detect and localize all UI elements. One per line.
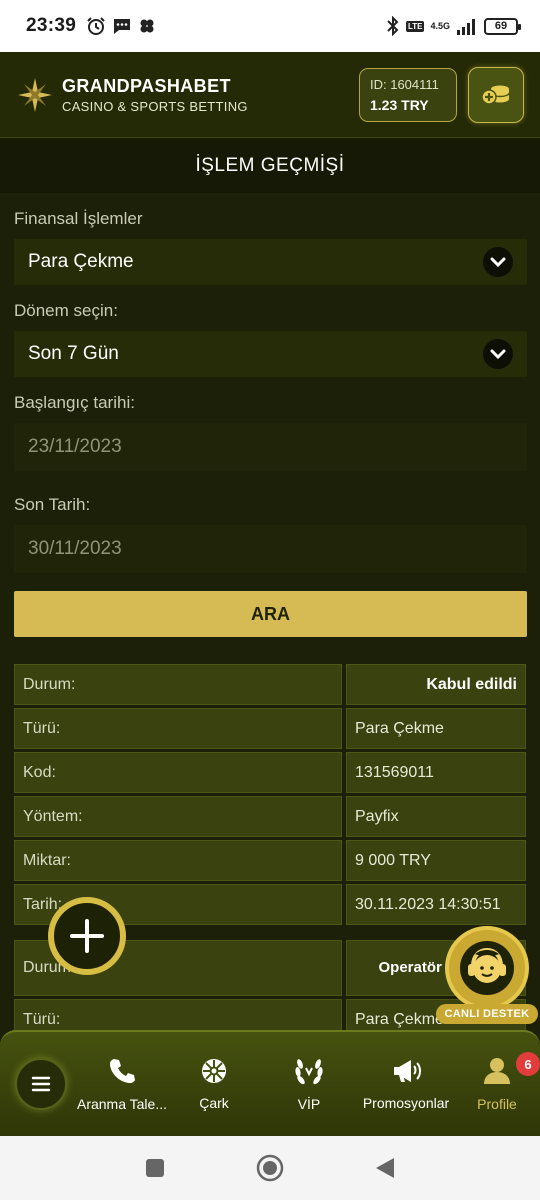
nav-label: Promosyonlar bbox=[362, 1095, 450, 1111]
page-title: İŞLEM GEÇMİŞİ bbox=[0, 139, 540, 193]
row-key: Durum: bbox=[14, 664, 342, 705]
app-header: GRANDPASHABET CASINO & SPORTS BETTING ID… bbox=[0, 52, 540, 138]
row-key: Miktar: bbox=[14, 840, 342, 881]
hamburger-icon bbox=[31, 1076, 51, 1092]
network-type: 4.5G bbox=[430, 20, 450, 31]
notification-badge: 6 bbox=[516, 1052, 540, 1076]
nav-item-wheel[interactable]: Çark bbox=[168, 1044, 260, 1124]
chevron-down-icon bbox=[483, 339, 513, 369]
brand-logo[interactable]: GRANDPASHABET CASINO & SPORTS BETTING bbox=[16, 76, 248, 114]
row-value: Payfix bbox=[346, 796, 526, 837]
floating-add-button[interactable] bbox=[48, 897, 126, 975]
status-time: 23:39 bbox=[26, 15, 77, 36]
row-value: 9 000 TRY bbox=[346, 840, 526, 881]
nav-label: VİP bbox=[297, 1096, 321, 1112]
end-date-input[interactable]: 30/11/2023 bbox=[14, 525, 527, 573]
end-date-label: Son Tarih: bbox=[14, 495, 91, 514]
plus-icon bbox=[70, 919, 104, 953]
menu-button[interactable] bbox=[15, 1058, 67, 1110]
filter-form: Finansal İşlemler Para Çekme Dönem seçin… bbox=[14, 193, 527, 637]
category-select[interactable]: Para Çekme bbox=[14, 239, 527, 285]
star-logo-icon bbox=[18, 77, 52, 112]
row-value: 131569011 bbox=[346, 752, 526, 793]
period-selected-value: Son 7 Gün bbox=[28, 343, 119, 364]
row-key: Türü: bbox=[14, 708, 342, 749]
home-icon[interactable] bbox=[256, 1154, 284, 1182]
nav-label: Profile bbox=[477, 1096, 517, 1112]
brand-tagline: CASINO & SPORTS BETTING bbox=[62, 98, 248, 114]
message-icon bbox=[114, 19, 131, 34]
chevron-down-icon bbox=[483, 247, 513, 277]
user-icon bbox=[484, 1058, 510, 1084]
transaction-card: Durum: Kabul edildi Türü: Para Çekme Kod… bbox=[14, 664, 527, 925]
phone-icon bbox=[110, 1059, 135, 1083]
nav-label: Aranma Tale... bbox=[76, 1096, 167, 1112]
megaphone-icon bbox=[394, 1060, 421, 1082]
start-date-label: Başlangıç tarihi: bbox=[14, 393, 135, 412]
period-select[interactable]: Son 7 Gün bbox=[14, 331, 527, 377]
table-row: Yöntem: Payfix bbox=[14, 796, 527, 837]
live-support-button[interactable]: CANLI DESTEK bbox=[436, 926, 538, 1026]
bottom-navigation: Aranma Tale... Çark VİP Promosyonlar Pro… bbox=[0, 1030, 540, 1136]
row-key: Kod: bbox=[14, 752, 342, 793]
start-date-input[interactable]: 23/11/2023 bbox=[14, 423, 527, 471]
row-value: 30.11.2023 14:30:51 bbox=[346, 884, 526, 925]
headset-agent-icon bbox=[460, 941, 514, 995]
system-navigation-bar bbox=[0, 1136, 540, 1200]
account-balance: 1.23 TRY bbox=[370, 96, 429, 113]
laurel-icon bbox=[295, 1059, 323, 1085]
table-row: Türü: Para Çekme bbox=[14, 708, 527, 749]
nav-item-profile[interactable]: Profile 6 bbox=[454, 1044, 540, 1124]
coins-plus-icon bbox=[481, 85, 510, 105]
live-support-label: CANLI DESTEK bbox=[436, 1004, 538, 1024]
status-value: Kabul edildi bbox=[346, 664, 526, 705]
search-button[interactable]: ARA bbox=[14, 591, 527, 637]
brand-name: GRANDPASHABET bbox=[62, 75, 231, 96]
battery-indicator: 69 bbox=[484, 17, 521, 35]
table-row: Kod: 131569011 bbox=[14, 752, 527, 793]
period-label: Dönem seçin: bbox=[14, 301, 118, 320]
status-bar: 23:39 LTE 4.5G 69 bbox=[0, 0, 540, 52]
clover-icon bbox=[140, 19, 154, 33]
recent-apps-icon[interactable] bbox=[144, 1157, 166, 1179]
nav-label: Çark bbox=[199, 1095, 229, 1111]
lte-badge: LTE bbox=[405, 20, 425, 32]
account-id: ID: 1604111 bbox=[370, 76, 439, 92]
nav-item-call-request[interactable]: Aranma Tale... bbox=[76, 1044, 168, 1124]
nav-item-vip[interactable]: VİP bbox=[260, 1044, 358, 1124]
alarm-icon bbox=[87, 17, 105, 35]
bluetooth-icon bbox=[387, 16, 399, 36]
nav-item-promotions[interactable]: Promosyonlar bbox=[358, 1044, 454, 1124]
category-label: Finansal İşlemler bbox=[14, 209, 143, 228]
row-value: Para Çekme bbox=[346, 708, 526, 749]
signal-icon bbox=[457, 19, 475, 35]
wheel-icon bbox=[202, 1059, 226, 1083]
account-balance-box[interactable]: ID: 1604111 1.23 TRY bbox=[359, 67, 457, 122]
back-icon[interactable] bbox=[374, 1156, 396, 1180]
deposit-coins-button[interactable] bbox=[468, 66, 524, 123]
table-row: Durum: Kabul edildi bbox=[14, 664, 527, 705]
category-selected-value: Para Çekme bbox=[28, 251, 134, 272]
row-key: Yöntem: bbox=[14, 796, 342, 837]
table-row: Miktar: 9 000 TRY bbox=[14, 840, 527, 881]
